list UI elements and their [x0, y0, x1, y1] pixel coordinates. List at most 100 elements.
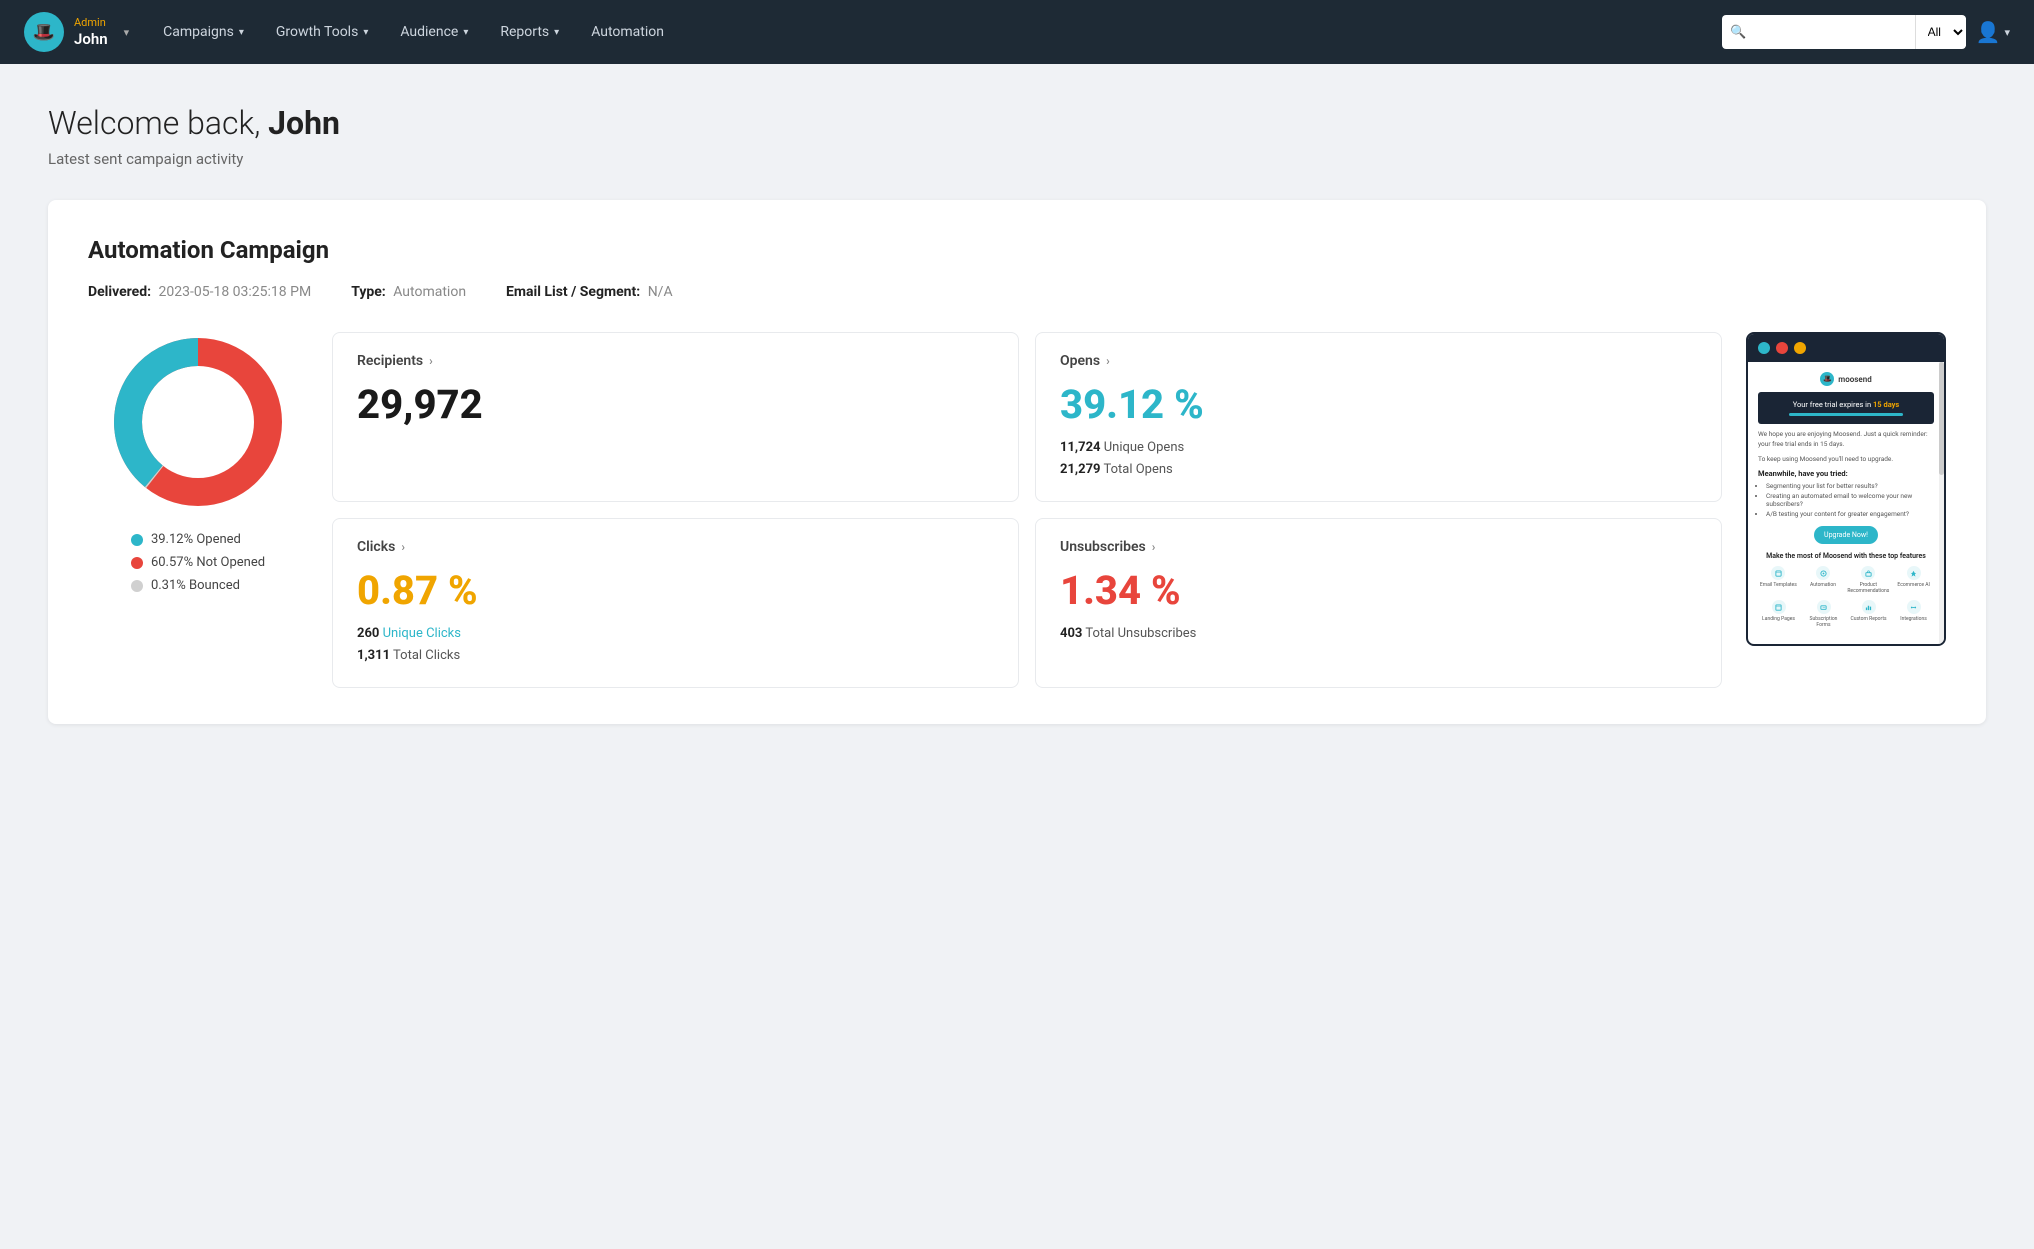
welcome-subtitle: Latest sent campaign activity: [48, 150, 1986, 168]
campaign-meta: Delivered: 2023-05-18 03:25:18 PM Type: …: [88, 284, 1946, 300]
opens-unique-label: Unique Opens: [1104, 440, 1184, 455]
search-icon: 🔍: [1722, 19, 1754, 46]
legend-dot-not-opened: [131, 557, 143, 569]
stat-opens: Opens › 39.12 % 11,724 Unique Opens 21,2…: [1035, 332, 1722, 502]
unsubscribes-link-arrow[interactable]: ›: [1152, 540, 1156, 554]
landing-pages-icon: [1772, 600, 1786, 614]
opens-total-count: 21,279: [1060, 462, 1101, 477]
preview-logo-text: moosend: [1838, 375, 1871, 384]
nav-item-campaigns-label: Campaigns: [163, 24, 234, 40]
user-icon: 👤: [1976, 20, 2001, 44]
ecommerce-ai-label: Ecommerce AI: [1897, 582, 1929, 588]
product-recommendations-icon: [1861, 566, 1875, 580]
nav-brand: 🎩 Admin John ▾: [24, 12, 129, 52]
nav-user-info: Admin John: [74, 16, 108, 47]
integrations-label: Integrations: [1900, 616, 1927, 622]
legend-bounced: 0.31% Bounced: [131, 578, 265, 593]
legend-dot-opened: [131, 534, 143, 546]
nav-item-audience[interactable]: Audience ▾: [386, 16, 482, 48]
subscription-forms-icon: [1817, 600, 1831, 614]
growth-tools-dropdown-arrow: ▾: [363, 27, 368, 38]
user-dropdown-arrow[interactable]: ▾: [124, 26, 130, 39]
recipients-label: Recipients: [357, 353, 423, 369]
recipients-link-arrow[interactable]: ›: [429, 354, 433, 368]
nav-item-growth-tools[interactable]: Growth Tools ▾: [262, 16, 382, 48]
stat-clicks: Clicks › 0.87 % 260 Unique Clicks 1,311 …: [332, 518, 1019, 688]
email-preview-header: [1748, 334, 1944, 362]
chart-legend: 39.12% Opened 60.57% Not Opened 0.31% Bo…: [131, 532, 265, 593]
ecommerce-ai-icon: [1907, 566, 1921, 580]
campaigns-dropdown-arrow: ▾: [239, 27, 244, 38]
preview-list-item-3: A/B testing your content for greater eng…: [1766, 510, 1934, 518]
legend-bounced-label: 0.31% Bounced: [151, 578, 240, 593]
opens-label: Opens: [1060, 353, 1100, 369]
preview-features-title: Make the most of Moosend with these top …: [1758, 552, 1934, 560]
preview-cta-button[interactable]: Upgrade Now!: [1814, 526, 1878, 544]
nav-item-campaigns[interactable]: Campaigns ▾: [149, 16, 258, 48]
preview-features-grid: Email Templates Automation: [1758, 566, 1934, 594]
preview-logo: 🎩 moosend: [1758, 372, 1934, 386]
stat-opens-header: Opens ›: [1060, 353, 1697, 369]
subscription-forms-label: Subscription Forms: [1803, 616, 1844, 628]
product-recommendations-label: Product Recommendations: [1847, 582, 1889, 594]
legend-opened: 39.12% Opened: [131, 532, 265, 547]
donut-section: 39.12% Opened 60.57% Not Opened 0.31% Bo…: [88, 332, 308, 593]
clicks-unique-count: 260: [357, 626, 379, 641]
opens-link-arrow[interactable]: ›: [1106, 354, 1110, 368]
clicks-sub: 260 Unique Clicks 1,311 Total Clicks: [357, 623, 994, 667]
nav-user-name: John: [74, 30, 108, 48]
preview-feature-8: Integrations: [1893, 600, 1934, 628]
clicks-total-label: Total Clicks: [393, 648, 460, 663]
preview-feature-2: Automation: [1803, 566, 1844, 594]
campaign-type: Type: Automation: [351, 284, 466, 300]
preview-heading: Meanwhile, have you tried:: [1758, 469, 1934, 478]
preview-feature-4: Ecommerce AI: [1893, 566, 1934, 594]
campaign-delivered: Delivered: 2023-05-18 03:25:18 PM: [88, 284, 311, 300]
preview-dot-yellow: [1794, 342, 1806, 354]
stat-recipients-header: Recipients ›: [357, 353, 994, 369]
preview-scrollthumb[interactable]: [1939, 362, 1944, 475]
nav-logo: 🎩: [24, 12, 64, 52]
nav-item-reports[interactable]: Reports ▾: [486, 16, 573, 48]
preview-list: Segmenting your list for better results?…: [1758, 482, 1934, 518]
custom-reports-icon: [1862, 600, 1876, 614]
stat-unsubscribes: Unsubscribes › 1.34 % 403 Total Unsubscr…: [1035, 518, 1722, 688]
delivered-value: 2023-05-18 03:25:18 PM: [159, 284, 312, 300]
preview-body-text2: To keep using Moosend you'll need to upg…: [1758, 455, 1934, 465]
welcome-name: John: [268, 104, 340, 142]
landing-pages-label: Landing Pages: [1762, 616, 1795, 622]
search-input[interactable]: [1755, 19, 1915, 46]
automation-feature-label: Automation: [1810, 582, 1836, 588]
search-select[interactable]: All: [1916, 18, 1966, 46]
preview-feature-7: Custom Reports: [1848, 600, 1889, 628]
preview-banner: Your free trial expires in 15 days: [1758, 392, 1934, 424]
preview-dot-teal: [1758, 342, 1770, 354]
nav-item-automation[interactable]: Automation: [577, 16, 678, 48]
clicks-total-count: 1,311: [357, 648, 390, 663]
preview-body-text1: We hope you are enjoying Moosend. Just a…: [1758, 430, 1934, 450]
opens-total-label: Total Opens: [1103, 462, 1172, 477]
email-list-value: N/A: [648, 284, 673, 300]
clicks-link-arrow[interactable]: ›: [401, 540, 405, 554]
email-preview-content: 🎩 moosend Your free trial expires in 15 …: [1748, 362, 1944, 644]
clicks-label: Clicks: [357, 539, 395, 555]
legend-not-opened: 60.57% Not Opened: [131, 555, 265, 570]
user-menu-arrow: ▾: [2004, 26, 2010, 39]
preview-list-item-2: Creating an automated email to welcome y…: [1766, 492, 1934, 508]
preview-scrollbar: [1939, 362, 1944, 644]
unsubscribes-total-count: 403: [1060, 626, 1082, 641]
nav-item-automation-label: Automation: [591, 24, 664, 40]
campaign-card: Automation Campaign Delivered: 2023-05-1…: [48, 200, 1986, 724]
preview-banner-text: Your free trial expires in 15 days: [1793, 400, 1900, 409]
email-preview: 🎩 moosend Your free trial expires in 15 …: [1746, 332, 1946, 646]
type-value: Automation: [393, 284, 466, 300]
legend-dot-bounced: [131, 580, 143, 592]
welcome-text: Welcome back,: [48, 104, 268, 142]
nav-item-reports-label: Reports: [500, 24, 549, 40]
campaign-title: Automation Campaign: [88, 236, 1946, 264]
type-label: Type:: [351, 284, 386, 300]
opens-unique-count: 11,724: [1060, 440, 1101, 455]
opens-value: 39.12 %: [1060, 385, 1697, 425]
nav-user-avatar[interactable]: 👤 ▾: [1976, 20, 2010, 44]
unsubscribes-total-label: Total Unsubscribes: [1085, 626, 1196, 641]
